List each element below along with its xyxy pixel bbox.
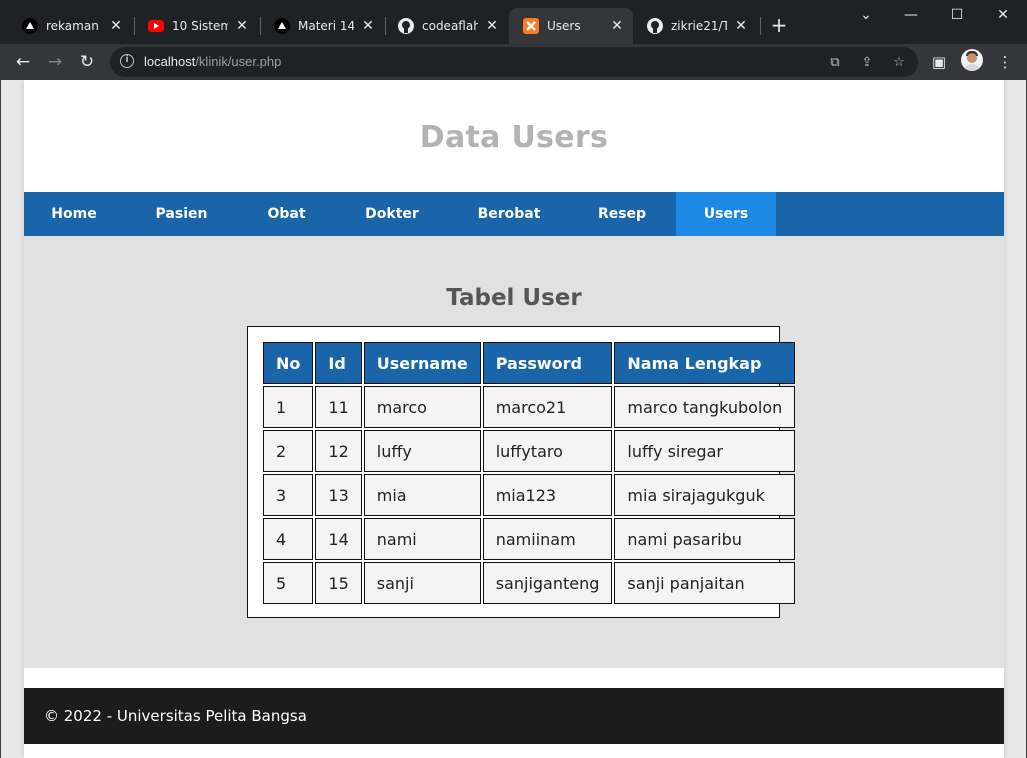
site-info-icon[interactable]: i <box>120 54 134 68</box>
cell-no: 2 <box>263 430 314 472</box>
bookmark-star-icon[interactable]: ☆ <box>890 54 908 72</box>
nav-resep[interactable]: Resep <box>568 192 676 236</box>
cell-nama-lengkap: nami pasaribu <box>614 518 796 560</box>
cell-no: 1 <box>263 386 314 428</box>
cell-password: mia123 <box>482 474 613 516</box>
footer-text: © 2022 - Universitas Pelita Bangsa <box>44 707 307 725</box>
table-header-row: No Id Username Password Nama Lengkap <box>263 342 796 384</box>
browser-chrome: rekaman 10 ✕ 10 Sistem B ✕ Materi 14 - ✕… <box>0 0 1027 80</box>
column-header: Nama Lengkap <box>614 342 796 384</box>
cell-id: 14 <box>315 518 362 560</box>
cell-nama-lengkap: marco tangkubolon <box>614 386 796 428</box>
nav-obat[interactable]: Obat <box>239 192 334 236</box>
forward-arrow-icon[interactable]: → <box>43 50 67 74</box>
cell-username: mia <box>363 474 481 516</box>
cell-password: luffytaro <box>482 430 613 472</box>
nav-home[interactable]: Home <box>24 192 124 236</box>
table-row: 4 14 nami namiinam nami pasaribu <box>263 518 796 560</box>
close-icon[interactable]: ✕ <box>484 18 500 34</box>
github-icon <box>398 18 414 34</box>
url-text[interactable]: localhost/klinik/user.php <box>144 54 281 69</box>
profile-avatar[interactable] <box>961 49 983 71</box>
address-bar[interactable]: i localhost/klinik/user.php ⧉ ⇪ ☆ <box>110 47 918 77</box>
main-nav: Home Pasien Obat Dokter Berobat Resep Us… <box>24 192 1004 236</box>
menu-dots-icon[interactable]: ⋮ <box>993 50 1017 74</box>
cell-id: 15 <box>315 562 362 604</box>
cell-no: 4 <box>263 518 314 560</box>
page-container: Data Users Home Pasien Obat Dokter Berob… <box>24 80 1004 758</box>
translate-icon[interactable]: ⧉ <box>826 54 844 72</box>
user-table: No Id Username Password Nama Lengkap 1 1… <box>261 340 797 606</box>
minimize-icon[interactable]: — <box>888 0 934 32</box>
cell-username: sanji <box>363 562 481 604</box>
tab-rekaman[interactable]: rekaman 10 ✕ <box>8 8 132 44</box>
table-title: Tabel User <box>446 285 582 311</box>
tab-title: codeaflaha <box>422 19 478 33</box>
back-arrow-icon[interactable]: ← <box>11 50 35 74</box>
side-panel-icon[interactable]: ▣ <box>927 50 951 74</box>
reload-icon[interactable]: ↻ <box>75 50 99 74</box>
cell-nama-lengkap: luffy siregar <box>614 430 796 472</box>
close-icon[interactable]: ✕ <box>360 18 376 34</box>
nav-pasien[interactable]: Pasien <box>124 192 239 236</box>
nav-dokter[interactable]: Dokter <box>334 192 450 236</box>
column-header: Password <box>482 342 613 384</box>
window-close-icon[interactable]: ✕ <box>980 0 1026 32</box>
cell-nama-lengkap: sanji panjaitan <box>614 562 796 604</box>
browser-toolbar: ← → ↻ i localhost/klinik/user.php ⧉ ⇪ ☆ … <box>0 44 1027 80</box>
table-row: 1 11 marco marco21 marco tangkubolon <box>263 386 796 428</box>
cell-nama-lengkap: mia sirajagukguk <box>614 474 796 516</box>
column-header: Username <box>363 342 481 384</box>
table-row: 3 13 mia mia123 mia sirajagukguk <box>263 474 796 516</box>
close-icon[interactable]: ✕ <box>733 18 749 34</box>
nav-berobat[interactable]: Berobat <box>450 192 568 236</box>
table-row: 2 12 luffy luffytaro luffy siregar <box>263 430 796 472</box>
tab-search-chevron-icon[interactable]: ⌄ <box>843 0 889 32</box>
tab-users-active[interactable]: Users ✕ <box>509 8 633 44</box>
vercel-icon <box>274 18 290 34</box>
maximize-icon[interactable]: ☐ <box>934 0 980 32</box>
tab-title: Users <box>547 19 581 33</box>
page-header: Data Users <box>24 80 1004 192</box>
table-row: 5 15 sanji sanjiganteng sanji panjaitan <box>263 562 796 604</box>
column-header: Id <box>315 342 362 384</box>
tab-title: rekaman 10 <box>46 19 102 33</box>
content-area: Tabel User No Id Username Password Nama … <box>24 236 1004 668</box>
cell-username: nami <box>363 518 481 560</box>
vercel-icon <box>22 18 38 34</box>
tab-title: 10 Sistem B <box>172 19 228 33</box>
close-icon[interactable]: ✕ <box>108 18 124 34</box>
column-header: No <box>263 342 314 384</box>
cell-id: 11 <box>315 386 362 428</box>
new-tab-plus-icon[interactable]: + <box>768 14 790 36</box>
table-container: No Id Username Password Nama Lengkap 1 1… <box>247 326 796 618</box>
tab-strip: rekaman 10 ✕ 10 Sistem B ✕ Materi 14 - ✕… <box>0 0 1027 44</box>
cell-id: 13 <box>315 474 362 516</box>
tab-youtube[interactable]: 10 Sistem B ✕ <box>134 8 258 44</box>
cell-no: 3 <box>263 474 314 516</box>
xampp-icon <box>523 18 539 34</box>
page-title: Data Users <box>419 119 609 155</box>
youtube-icon <box>148 18 164 34</box>
close-icon[interactable]: ✕ <box>234 18 250 34</box>
cell-username: marco <box>363 386 481 428</box>
nav-users[interactable]: Users <box>676 192 776 236</box>
cell-password: marco21 <box>482 386 613 428</box>
page-footer: © 2022 - Universitas Pelita Bangsa <box>24 688 1004 744</box>
share-icon[interactable]: ⇪ <box>858 54 876 72</box>
cell-id: 12 <box>315 430 362 472</box>
cell-username: luffy <box>363 430 481 472</box>
tab-title: zikrie21/Tu <box>671 19 727 33</box>
tab-title: Materi 14 - <box>298 19 354 33</box>
tab-codeaflaha[interactable]: codeaflaha ✕ <box>384 8 508 44</box>
page-viewport: Data Users Home Pasien Obat Dokter Berob… <box>0 80 1027 758</box>
cell-no: 5 <box>263 562 314 604</box>
cell-password: sanjiganteng <box>482 562 613 604</box>
tab-materi[interactable]: Materi 14 - ✕ <box>260 8 384 44</box>
tab-zikrie[interactable]: zikrie21/Tu ✕ <box>633 8 757 44</box>
github-icon <box>647 18 663 34</box>
cell-password: namiinam <box>482 518 613 560</box>
close-icon[interactable]: ✕ <box>609 18 625 34</box>
